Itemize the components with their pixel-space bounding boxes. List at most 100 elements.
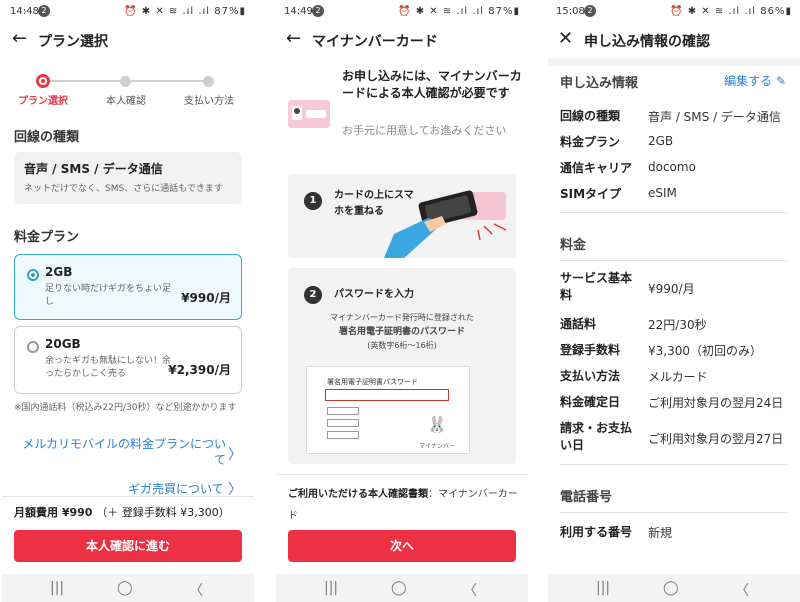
close-icon[interactable]: ✕ [558,28,573,49]
rabbit-mascot-icon: 🐰 [427,415,447,434]
fee-value: 22円/30秒 [648,318,707,332]
status-icons: ⏰ ✱ ✕ ≋ .ıl .ıl 87%▮ [398,6,520,17]
section-band [548,58,800,66]
giga-trade-link[interactable]: ギガ売買について [128,480,224,497]
status-icons: ⏰ ✱ ✕ ≋ .ıl .ıl 87%▮ [124,6,246,17]
notification-badge: 2 [312,5,324,17]
line-type-title: 音声 / SMS / データ通信 [24,162,163,176]
info-key: 回線の種類 [560,109,621,123]
back-icon[interactable]: 〈 [735,580,749,600]
system-nav-bar: ||| ◯ 〈 [548,574,800,602]
page-title: 申し込み情報の確認 [584,34,710,50]
step1-box: 1 カードの上にスマホを重ねる [288,174,516,258]
phone-value: 新規 [648,526,673,540]
status-time: 14:48 [10,6,39,17]
plan-desc: 余ったギガも無駄にしない！余ったらかしこく売る [45,356,172,379]
line-type-card[interactable]: 音声 / SMS / データ通信 ネットだけでなく、SMS、さらに通話もできます [14,152,242,204]
fees-heading: 料金 [560,238,587,253]
fee-value: ¥3,300（初回のみ） [648,344,762,358]
status-icons: ⏰ ✱ ✕ ≋ .ıl .ıl 86%▮ [670,6,792,17]
accepted-documents-label: ご利用いただける本人確認書類 [288,489,428,500]
app-bar: ← プラン選択 [2,26,254,56]
divider [560,512,788,513]
proceed-identity-button[interactable]: 本人確認に進む [14,530,242,562]
plan-select-screen: 14:48 2 ⏰ ✱ ✕ ≋ .ıl .ıl 87%▮ ← プラン選択 プラン… [2,0,254,602]
back-arrow-icon[interactable]: ← [12,28,27,49]
recent-apps-icon[interactable]: ||| [324,580,338,596]
app-bar: ← マイナンバーカード [276,26,528,56]
fee-key: 通話料 [560,317,597,331]
pencil-icon: ✎ [775,74,786,88]
fee-value: メルカード [648,370,708,384]
system-nav-bar: ||| ◯ 〈 [276,574,528,602]
application-info-heading: 申し込み情報 [560,76,639,91]
info-key: SIMタイプ [560,187,622,201]
fee-value: ご利用対象月の翌月24日 [648,396,784,410]
phone-on-card-icon [384,190,507,258]
id-card-illustration-icon [288,100,330,128]
radio-unselected[interactable] [27,341,39,353]
step-label-identity: 本人確認 [106,96,146,107]
line-type-heading: 回線の種類 [14,130,80,145]
status-bar: 15:08 2 ⏰ ✱ ✕ ≋ .ıl .ıl 86%▮ [548,0,800,24]
confirm-screen: 15:08 2 ⏰ ✱ ✕ ≋ .ıl .ıl 86%▮ ✕ 申し込み情報の確認… [548,0,800,602]
app-bar: ✕ 申し込み情報の確認 [548,26,800,56]
plan-info-link[interactable]: メルカリモバイルの料金プランについて [14,436,226,468]
mascot-label: マイナンバー [419,443,455,450]
info-value: 2GB [648,134,674,148]
progress-stepper: プラン選択 本人確認 支払い方法 [2,72,254,112]
phone-key: 利用する番号 [560,525,633,539]
plan-price: ¥990/月 [181,291,231,305]
line-type-subtitle: ネットだけでなく、SMS、さらに通話もできます [24,184,223,194]
password-highlight [325,389,449,401]
step-number: 1 [304,192,322,210]
info-value: docomo [648,160,696,174]
next-button[interactable]: 次へ [288,530,516,562]
notification-badge: 2 [38,5,50,17]
step-label-payment: 支払い方法 [184,96,234,107]
fee-key: 請求・お支払い日 [560,421,633,452]
fee-key: 登録手数料 [560,343,621,357]
step2-desc-1: マイナンバーカード発行時に登録された [330,313,474,322]
password-panel-label: 署名用電子証明書パスワード [327,378,418,386]
back-icon[interactable]: 〈 [189,580,203,600]
notification-badge: 2 [584,5,596,17]
requirement-text: お申し込みには、マイナンバーカードによる本人確認が必要です [342,69,522,100]
recent-apps-icon[interactable]: ||| [50,580,64,596]
edit-link[interactable]: 編集する ✎ [724,72,786,89]
call-fee-note: ※国内通話料（税込み22円/30秒）など別途かかります [14,403,237,413]
plan-name: 20GB [45,337,81,351]
home-icon[interactable]: ◯ [391,580,407,596]
page-title: プラン選択 [38,34,108,50]
registration-fee: （＋ 登録手数料 ¥3,300） [96,506,230,519]
fee-value: ¥990/月 [648,282,695,296]
info-value: 音声 / SMS / データ通信 [648,110,781,124]
monthly-fee: 月額費用 ¥990 [14,506,93,519]
info-key: 通信キャリア [560,161,633,175]
divider [560,260,788,261]
back-icon[interactable]: 〈 [463,580,477,600]
divider [276,474,528,475]
step-number: 2 [304,286,322,304]
page-title: マイナンバーカード [312,34,438,50]
back-arrow-icon[interactable]: ← [286,28,301,49]
plan-name: 2GB [45,265,73,279]
step-dot [203,76,214,87]
password-panel-illustration: 署名用電子証明書パスワード 🐰 マイナンバー [306,366,470,454]
home-icon[interactable]: ◯ [117,580,133,596]
step2-desc-2: 署名用電子証明書のパスワード [338,327,465,337]
status-time: 15:08 [556,6,585,17]
divider [560,212,788,213]
fee-key: 支払い方法 [560,369,621,383]
fee-value: ご利用対象月の翌月27日 [648,432,784,446]
plan-option-20gb[interactable]: 20GB 余ったギガも無駄にしない！余ったらかしこく売る ¥2,390/月 [14,326,242,394]
step-dot [120,76,131,87]
status-bar: 14:48 2 ⏰ ✱ ✕ ≋ .ıl .ıl 87%▮ [2,0,254,24]
info-key: 料金プラン [560,135,621,149]
home-icon[interactable]: ◯ [663,580,679,596]
recent-apps-icon[interactable]: ||| [596,580,610,596]
plan-price: ¥2,390/月 [168,363,231,377]
radio-selected[interactable] [27,269,39,281]
status-bar: 14:49 2 ⏰ ✱ ✕ ≋ .ıl .ıl 87%▮ [276,0,528,24]
plan-option-2gb[interactable]: 2GB 足りない時だけギガをちょい足し ¥990/月 [14,254,242,320]
